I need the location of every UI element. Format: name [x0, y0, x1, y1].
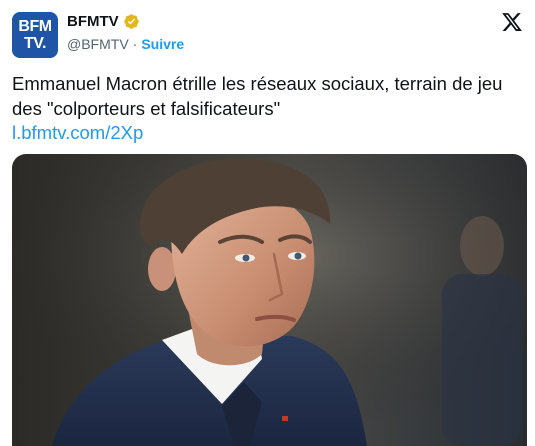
tweet-image[interactable]	[12, 154, 527, 446]
verified-badge-icon	[123, 13, 140, 30]
author-handle[interactable]: @BFMTV	[67, 36, 129, 52]
tweet-link[interactable]: l.bfmtv.com/2Xp	[12, 120, 143, 145]
author-handle-row: @BFMTV · Suivre	[67, 36, 184, 52]
tweet-text: Emmanuel Macron étrille les réseaux soci…	[12, 73, 503, 119]
portrait-illustration	[12, 154, 527, 446]
author-name[interactable]: BFMTV	[67, 13, 119, 30]
author-name-row: BFMTV	[67, 13, 140, 30]
tweet-card: BFM TV. BFMTV @BFMTV · Suivre Emmanuel M…	[0, 0, 535, 446]
separator-dot: ·	[132, 36, 138, 52]
avatar-text-line2: TV.	[24, 34, 46, 52]
x-logo-icon[interactable]	[501, 11, 523, 33]
avatar-text-line1: BFM	[18, 17, 52, 35]
avatar[interactable]: BFM TV.	[12, 12, 58, 58]
follow-button[interactable]: Suivre	[141, 36, 184, 52]
